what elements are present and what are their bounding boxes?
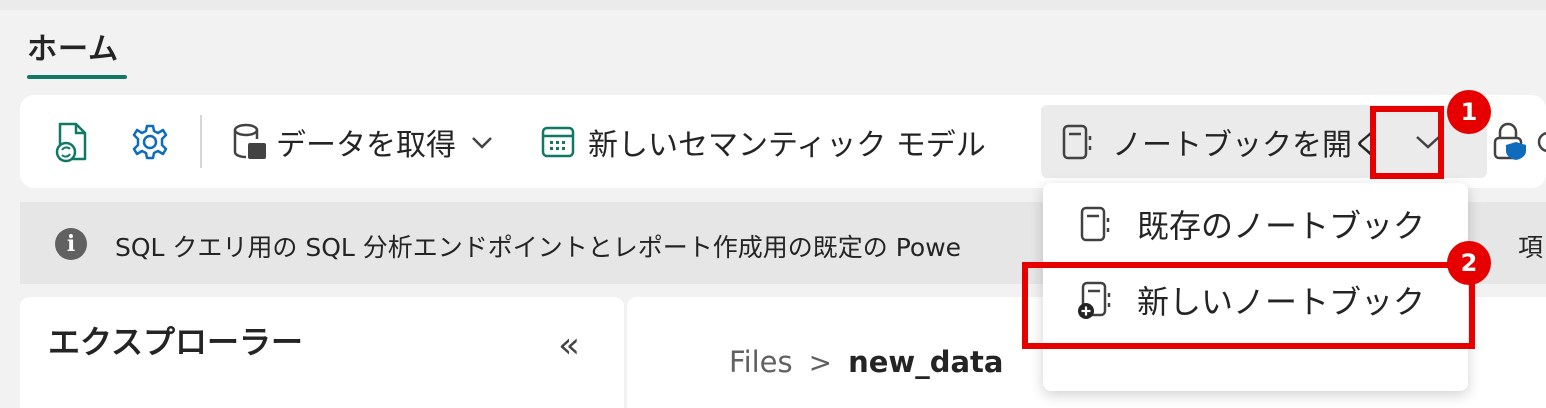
open-notebook-label: ノートブックを開く <box>1112 127 1382 163</box>
permissions-button[interactable] <box>1490 95 1530 188</box>
breadcrumb-current: new_data <box>848 345 1004 379</box>
semantic-model-icon <box>540 124 576 160</box>
info-text-right: 項目を <box>1518 233 1546 262</box>
info-text: SQL クエリ用の SQL 分析エンドポイントとレポート作成用の既定の Powe <box>115 233 962 262</box>
menu-item-label: 既存のノートブック <box>1137 207 1426 245</box>
toolbar-separator <box>200 115 202 168</box>
refresh-button[interactable] <box>52 95 92 188</box>
open-notebook-content: ノートブックを開く <box>1060 95 1382 188</box>
database-icon <box>230 121 270 163</box>
breadcrumb-files[interactable]: Files <box>729 345 793 379</box>
top-strip <box>0 0 1546 10</box>
lock-shield-icon <box>1490 122 1530 162</box>
breadcrumb: Files > new_data <box>729 345 1003 379</box>
callout-badge-2: 2 <box>1447 241 1491 285</box>
overflow-icon[interactable] <box>1536 95 1546 188</box>
callout-box-2 <box>1022 262 1475 349</box>
tab-home[interactable]: ホーム <box>27 24 119 68</box>
collapse-icon[interactable]: « <box>558 325 580 366</box>
get-data-button[interactable]: データを取得 <box>230 95 494 188</box>
new-semantic-model-label: 新しいセマンティック モデル <box>588 127 986 163</box>
menu-item-existing-notebook[interactable]: 既存のノートブック <box>1043 185 1468 263</box>
new-semantic-model-button[interactable]: 新しいセマンティック モデル <box>540 95 986 188</box>
chevron-down-icon <box>470 134 494 150</box>
callout-badge-1: 1 <box>1447 90 1491 134</box>
explorer-title: エクスプローラー <box>48 323 304 361</box>
gear-icon <box>130 122 170 162</box>
ribbon-toolbar: データを取得 新しいセマンティック モデル ノートブックを開く <box>20 95 1546 188</box>
breadcrumb-chevron-icon: > <box>808 345 833 379</box>
explorer-pane: エクスプローラー « <box>20 297 624 408</box>
info-icon: i <box>55 228 87 260</box>
callout-box-1 <box>1370 106 1444 179</box>
refresh-file-icon <box>52 121 92 163</box>
get-data-label: データを取得 <box>276 127 456 163</box>
notebook-icon <box>1060 122 1094 162</box>
settings-button[interactable] <box>130 95 170 188</box>
notebook-icon <box>1065 204 1125 244</box>
tab-home-underline <box>27 75 127 79</box>
